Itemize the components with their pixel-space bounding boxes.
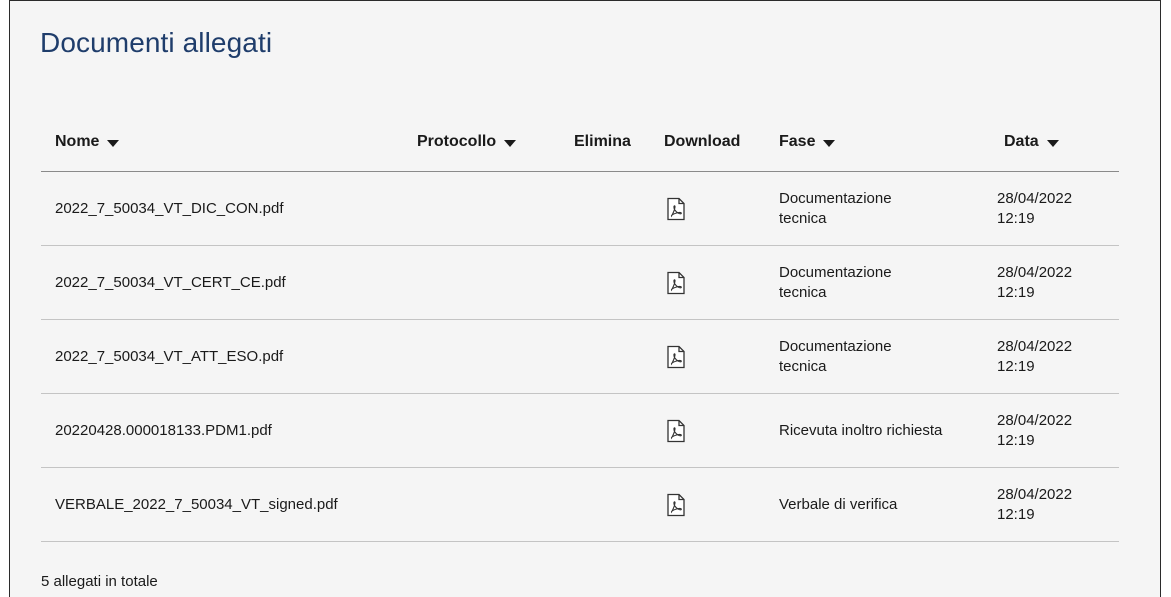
file-name: 2022_7_50034_VT_ATT_ESO.pdf <box>55 348 284 365</box>
column-header-fase[interactable]: Fase <box>779 133 836 151</box>
date-cell: 28/04/2022 12:19 <box>997 246 1117 319</box>
column-header-label: Nome <box>55 133 100 150</box>
fase-cell: Documentazione tecnica <box>779 320 984 393</box>
table-row: 20220428.000018133.PDM1.pdf Ricevuta ino… <box>41 394 1119 468</box>
date-text: 28/04/2022 <box>997 485 1073 503</box>
download-cell <box>661 394 691 467</box>
time-text: 12:19 <box>997 209 1035 227</box>
caret-down-icon <box>107 139 120 147</box>
download-cell <box>661 172 691 245</box>
column-header-label: Data <box>1004 133 1039 150</box>
date-cell: 28/04/2022 12:19 <box>997 172 1117 245</box>
fase-cell: Verbale di verifica <box>779 468 984 541</box>
column-header-label: Download <box>664 133 741 150</box>
caret-down-icon <box>823 139 836 147</box>
time-text: 12:19 <box>997 431 1035 449</box>
file-name: 2022_7_50034_VT_CERT_CE.pdf <box>55 274 286 291</box>
download-cell <box>661 246 691 319</box>
fase-text: tecnica <box>779 357 827 375</box>
fase-text: Documentazione <box>779 337 892 355</box>
column-header-protocollo[interactable]: Protocollo <box>417 133 517 151</box>
date-cell: 28/04/2022 12:19 <box>997 394 1117 467</box>
attachments-total: 5 allegati in totale <box>41 573 158 590</box>
fase-text: Documentazione <box>779 189 892 207</box>
table-row: 2022_7_50034_VT_DIC_CON.pdf Documentazio… <box>41 172 1119 246</box>
column-header-elimina: Elimina <box>574 133 631 151</box>
download-cell <box>661 320 691 393</box>
file-name: 20220428.000018133.PDM1.pdf <box>55 422 272 439</box>
time-text: 12:19 <box>997 283 1035 301</box>
fase-text: Verbale di verifica <box>779 495 898 513</box>
pdf-file-icon[interactable] <box>665 345 687 369</box>
page-title: Documenti allegati <box>40 27 273 58</box>
fase-text: tecnica <box>779 209 827 227</box>
column-header-label: Fase <box>779 133 816 150</box>
column-header-nome[interactable]: Nome <box>55 133 120 151</box>
table-row: 2022_7_50034_VT_ATT_ESO.pdf Documentazio… <box>41 320 1119 394</box>
pdf-file-icon[interactable] <box>665 197 687 221</box>
time-text: 12:19 <box>997 505 1035 523</box>
fase-cell: Ricevuta inoltro richiesta <box>779 394 984 467</box>
table-header: Nome Protocollo Elimina Download Fase Da… <box>41 121 1119 172</box>
file-name: 2022_7_50034_VT_DIC_CON.pdf <box>55 200 284 217</box>
pdf-file-icon[interactable] <box>665 493 687 517</box>
attachments-table-body: 2022_7_50034_VT_DIC_CON.pdf Documentazio… <box>41 172 1119 542</box>
fase-cell: Documentazione tecnica <box>779 172 984 245</box>
date-text: 28/04/2022 <box>997 263 1073 281</box>
fase-text: tecnica <box>779 283 827 301</box>
attachments-panel: Documenti allegati Nome Protocollo Elimi… <box>9 0 1161 597</box>
caret-down-icon <box>1046 139 1059 147</box>
date-cell: 28/04/2022 12:19 <box>997 320 1117 393</box>
date-text: 28/04/2022 <box>997 411 1073 429</box>
column-header-label: Elimina <box>574 133 631 150</box>
column-header-label: Protocollo <box>417 133 497 150</box>
pdf-file-icon[interactable] <box>665 419 687 443</box>
table-row: 2022_7_50034_VT_CERT_CE.pdf Documentazio… <box>41 246 1119 320</box>
table-row: VERBALE_2022_7_50034_VT_signed.pdf Verba… <box>41 468 1119 542</box>
date-text: 28/04/2022 <box>997 337 1073 355</box>
date-text: 28/04/2022 <box>997 189 1073 207</box>
column-header-download: Download <box>664 133 740 151</box>
fase-text: Documentazione <box>779 263 892 281</box>
download-cell <box>661 468 691 541</box>
pdf-file-icon[interactable] <box>665 271 687 295</box>
file-name: VERBALE_2022_7_50034_VT_signed.pdf <box>55 496 338 513</box>
column-header-data[interactable]: Data <box>1004 133 1059 151</box>
date-cell: 28/04/2022 12:19 <box>997 468 1117 541</box>
caret-down-icon <box>504 139 517 147</box>
time-text: 12:19 <box>997 357 1035 375</box>
fase-text: Ricevuta inoltro richiesta <box>779 421 943 439</box>
fase-cell: Documentazione tecnica <box>779 246 984 319</box>
